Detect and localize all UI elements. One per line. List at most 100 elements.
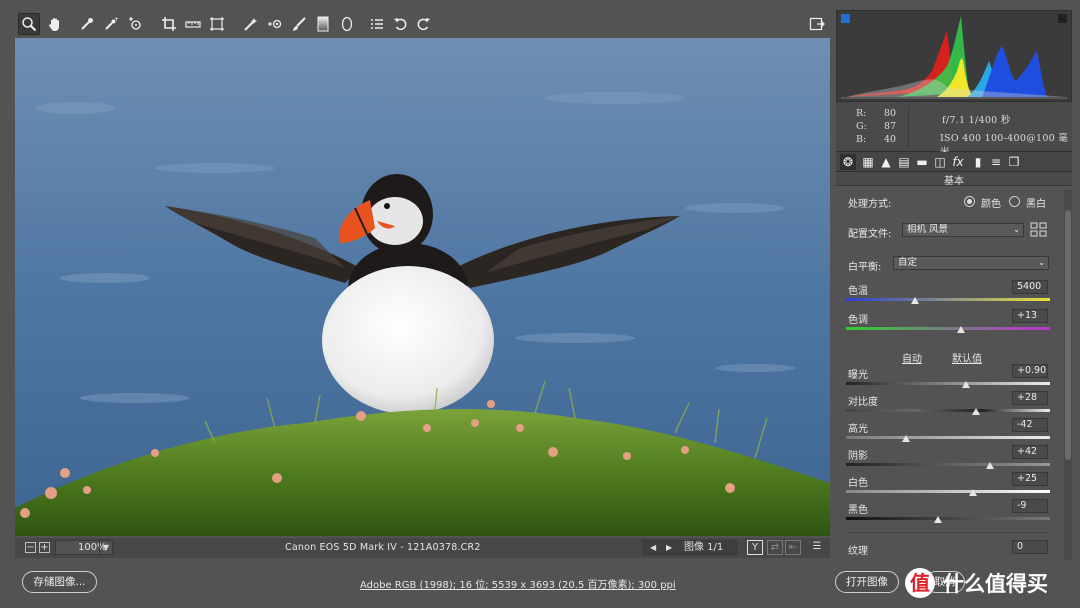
workflow-options-link[interactable]: Adobe RGB (1998); 16 位; 5539 x 3693 (20.…	[360, 576, 676, 591]
tint-value[interactable]: +13	[1012, 309, 1048, 323]
zoom-out-button[interactable]: −	[25, 542, 36, 553]
svg-text:+: +	[114, 16, 119, 23]
compare-y-icon[interactable]: Y	[747, 540, 763, 555]
adjustment-brush-icon[interactable]	[288, 13, 310, 35]
whites-slider-track[interactable]	[846, 490, 1050, 493]
pixel-readout: R: 80 G: 87 B: 40 f/7.1 1/400 秒 ISO 400 100…	[836, 102, 1072, 158]
status-bar: − + 100% ▼ Canon EOS 5D Mark IV - 121A03…	[15, 538, 830, 558]
scrollbar-thumb[interactable]	[1065, 210, 1071, 460]
puffin-photo	[15, 38, 830, 536]
tint-slider-track[interactable]	[846, 327, 1050, 330]
tab-effects-icon[interactable]: fx	[950, 154, 966, 170]
profile-label: 配置文件:	[848, 229, 892, 240]
wb-value: 自定	[898, 257, 918, 268]
graduated-filter-icon[interactable]	[312, 13, 334, 35]
copy-settings-icon[interactable]: ⇤	[785, 540, 801, 555]
zoom-in-button[interactable]: +	[39, 542, 50, 553]
targeted-adjustment-tool-icon[interactable]	[124, 13, 146, 35]
swap-settings-icon[interactable]: ⇄	[767, 540, 783, 555]
exif-aperture-shutter: f/7.1 1/400 秒	[942, 115, 1011, 126]
image-canvas[interactable]	[15, 38, 830, 536]
highlights-value[interactable]: -42	[1012, 418, 1048, 432]
shadows-slider-thumb[interactable]	[986, 462, 994, 469]
color-sampler-tool-icon[interactable]: +	[100, 13, 122, 35]
b-label: B:	[856, 134, 867, 145]
blacks-slider-thumb[interactable]	[934, 516, 942, 523]
g-value: 87	[884, 121, 897, 132]
color-radio[interactable]	[964, 196, 975, 207]
toolbar: +	[14, 10, 830, 38]
fullscreen-toggle-icon[interactable]	[806, 13, 828, 35]
tint-label: 色调	[848, 315, 868, 326]
highlights-slider-thumb[interactable]	[902, 435, 910, 442]
tab-presets-icon[interactable]: ≡	[988, 154, 1004, 170]
previous-image-icon[interactable]: ◀	[650, 541, 656, 554]
tab-lens-icon[interactable]: ◫	[932, 154, 948, 170]
shadows-value[interactable]: +42	[1012, 445, 1048, 459]
blacks-slider-track[interactable]	[846, 517, 1050, 520]
red-eye-tool-icon[interactable]	[264, 13, 286, 35]
texture-label: 纹理	[848, 546, 868, 557]
shadows-slider-track[interactable]	[846, 463, 1050, 466]
tab-snapshots-icon[interactable]: ❐	[1006, 154, 1022, 170]
open-image-button[interactable]: 打开图像	[835, 571, 899, 593]
tint-slider-thumb[interactable]	[957, 326, 965, 333]
image-navigator: ◀ ▶ 图像 1/1	[643, 540, 737, 555]
panel-scrollbar[interactable]	[1064, 190, 1072, 560]
profile-select[interactable]: 相机 风景 ⌄	[902, 223, 1024, 237]
preferences-icon[interactable]	[366, 13, 388, 35]
whites-slider-thumb[interactable]	[969, 489, 977, 496]
exposure-slider-track[interactable]	[846, 382, 1050, 385]
highlights-slider-track[interactable]	[846, 436, 1050, 439]
watermark-logo: 值	[905, 568, 935, 598]
rotate-right-icon[interactable]	[412, 13, 434, 35]
b-value: 40	[884, 134, 897, 145]
bw-radio[interactable]	[1009, 196, 1020, 207]
highlights-label: 高光	[848, 424, 868, 435]
blacks-value[interactable]: -9	[1012, 499, 1048, 513]
color-radio-label: 颜色	[981, 199, 1001, 210]
temp-value[interactable]: 5400	[1012, 280, 1048, 294]
exposure-slider-thumb[interactable]	[962, 381, 970, 388]
contrast-label: 对比度	[848, 397, 878, 408]
crop-tool-icon[interactable]	[158, 13, 180, 35]
transform-tool-icon[interactable]	[206, 13, 228, 35]
save-image-button[interactable]: 存储图像...	[22, 571, 97, 593]
profile-browser-icon[interactable]	[1030, 222, 1048, 238]
contrast-value[interactable]: +28	[1012, 391, 1048, 405]
auto-link[interactable]: 自动	[902, 350, 922, 365]
zoom-tool-icon[interactable]	[18, 13, 40, 35]
image-count: 图像 1/1	[684, 542, 724, 553]
tab-calibration-icon[interactable]: ▮	[970, 154, 986, 170]
hand-tool-icon[interactable]	[44, 13, 66, 35]
tab-tone-curve-icon[interactable]: ▦	[860, 154, 876, 170]
panel-tabs: ❂ ▦ ▲ ▤ ▬ ◫ fx ▮ ≡ ❐	[836, 152, 1072, 172]
texture-value[interactable]: 0	[1012, 540, 1048, 554]
r-label: R:	[856, 108, 867, 119]
watermark-text: 什么值得买	[943, 572, 1048, 596]
contrast-slider-track[interactable]	[846, 409, 1050, 412]
radial-filter-icon[interactable]	[336, 13, 358, 35]
straighten-tool-icon[interactable]	[182, 13, 204, 35]
tab-detail-icon[interactable]: ▲	[878, 154, 894, 170]
chevron-down-icon[interactable]: ▼	[99, 540, 113, 555]
next-image-icon[interactable]: ▶	[666, 541, 672, 554]
rotate-left-icon[interactable]	[390, 13, 412, 35]
chevron-down-icon: ⌄	[1013, 225, 1020, 234]
bw-radio-label: 黑白	[1026, 199, 1046, 210]
spot-removal-tool-icon[interactable]	[240, 13, 262, 35]
view-settings-icon[interactable]: ☰	[809, 540, 825, 555]
temp-slider-track[interactable]	[846, 298, 1050, 301]
chevron-down-icon: ⌄	[1038, 258, 1045, 267]
exposure-value[interactable]: +0.90	[1012, 364, 1048, 378]
wb-select[interactable]: 自定 ⌄	[893, 256, 1049, 270]
tab-split-toning-icon[interactable]: ▬	[914, 154, 930, 170]
profile-value: 相机 风景	[907, 224, 949, 235]
default-link[interactable]: 默认值	[952, 350, 982, 365]
temp-slider-thumb[interactable]	[911, 297, 919, 304]
contrast-slider-thumb[interactable]	[972, 408, 980, 415]
tab-basic-icon[interactable]: ❂	[840, 154, 856, 170]
white-balance-tool-icon[interactable]	[76, 13, 98, 35]
tab-hsl-icon[interactable]: ▤	[896, 154, 912, 170]
whites-value[interactable]: +25	[1012, 472, 1048, 486]
